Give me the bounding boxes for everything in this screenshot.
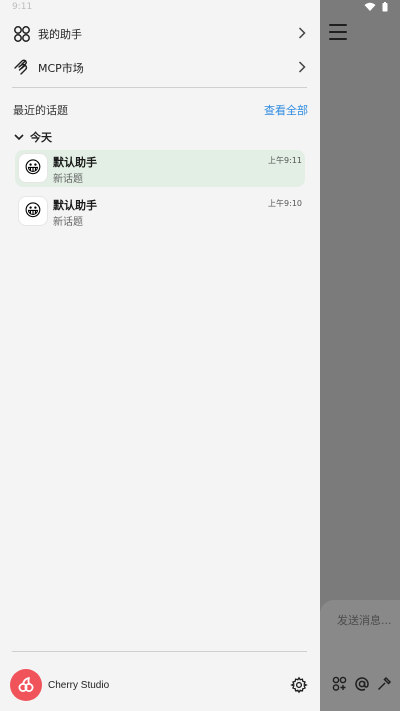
navigation-drawer: 9:11 我的助手 MCP市场 最近的话题 查看全部 今天 😀 默认助手 新话题… [0,0,320,711]
sidebar-item-mcp-market[interactable]: MCP市场 [0,51,320,85]
profile-name: Cherry Studio [48,679,110,691]
tools-icon[interactable] [376,676,392,692]
composer-toolbar [332,676,392,692]
chevron-right-icon [298,27,306,39]
topic-time: 上午9:11 [268,156,302,165]
sidebar-item-assistants[interactable]: 我的助手 [0,17,320,51]
sidebar-item-label: 我的助手 [38,28,82,41]
see-all-link[interactable]: 查看全部 [264,102,308,118]
topic-assistant-name: 默认助手 [53,156,97,169]
add-assistant-icon[interactable] [332,676,348,692]
recent-topics-title: 最近的话题 [13,104,68,117]
chevron-down-icon [14,134,24,141]
message-composer[interactable]: 发送消息... [320,600,400,711]
emoji-avatar-icon: 😀 [24,201,42,221]
composer-placeholder: 发送消息... [337,614,392,627]
assistant-avatar: 😀 [18,153,48,183]
cherry-logo-icon [10,669,42,701]
divider [12,87,307,88]
mcp-icon [12,58,32,78]
topic-assistant-name: 默认助手 [53,199,97,212]
topic-group-today[interactable]: 今天 [14,129,52,145]
topic-title: 新话题 [53,174,83,185]
menu-icon[interactable] [329,24,347,40]
chevron-right-icon [298,61,306,73]
emoji-avatar-icon: 😀 [24,158,42,178]
mention-icon[interactable] [354,676,370,692]
battery-icon [382,2,388,12]
topic-time: 上午9:10 [268,199,302,208]
divider [12,651,307,652]
topic-title: 新话题 [53,217,83,228]
status-time: 9:11 [12,2,33,12]
topic-group-label: 今天 [30,131,52,144]
profile-area[interactable]: Cherry Studio [10,669,109,701]
gear-icon[interactable] [290,676,308,694]
sidebar-item-label: MCP市场 [38,62,84,75]
status-icons [364,2,388,12]
wifi-icon [364,2,376,11]
topic-item[interactable]: 😀 默认助手 新话题 上午9:10 [15,193,305,230]
assistants-icon [12,24,32,44]
topic-item[interactable]: 😀 默认助手 新话题 上午9:11 [15,150,305,187]
assistant-avatar: 😀 [18,196,48,226]
